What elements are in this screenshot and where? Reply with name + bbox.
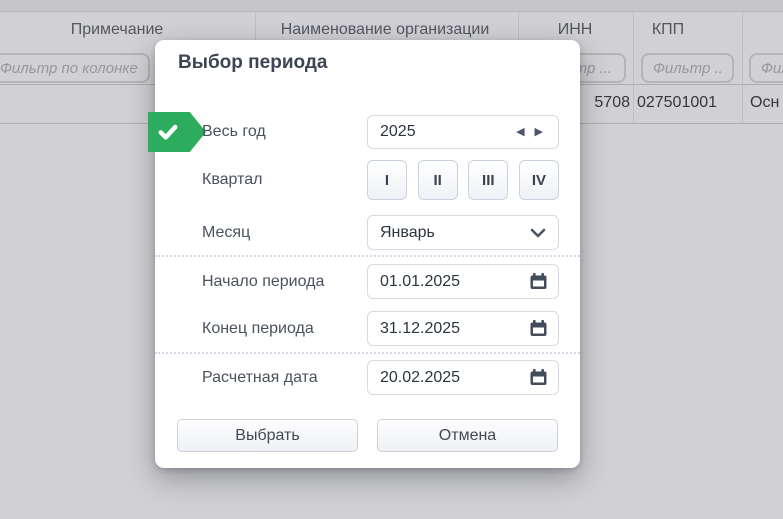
- quarter-4-button[interactable]: IV: [518, 160, 559, 200]
- year-label: Весь год: [202, 123, 266, 140]
- month-select[interactable]: Январь: [367, 215, 559, 250]
- period-end-label: Конец периода: [202, 320, 314, 337]
- period-start-row: Начало периода: [155, 264, 580, 299]
- year-value: 2025: [380, 123, 416, 140]
- quarter-1-button[interactable]: I: [367, 160, 407, 200]
- quarter-2-button[interactable]: II: [417, 160, 458, 200]
- year-prev-button[interactable]: ◀: [511, 123, 529, 142]
- quarter-3-button[interactable]: III: [468, 160, 509, 200]
- chevron-down-icon: [530, 228, 546, 237]
- calendar-icon[interactable]: [529, 272, 548, 296]
- dotted-divider: [155, 352, 580, 354]
- cancel-button[interactable]: Отмена: [377, 419, 558, 452]
- calendar-icon[interactable]: [529, 368, 548, 392]
- quarter-buttons: I II III IV: [367, 160, 559, 200]
- dotted-divider: [155, 255, 580, 257]
- period-end-row: Конец периода: [155, 311, 580, 346]
- dialog-title: Выбор периода: [178, 52, 328, 73]
- year-next-button[interactable]: ▶: [530, 123, 548, 142]
- period-select-dialog: Выбор периода Весь год 2025 ◀ ▶ Квартал …: [148, 40, 580, 468]
- calc-date-row: Расчетная дата: [155, 360, 580, 395]
- screen: Примечание Наименование организации ИНН …: [0, 0, 783, 519]
- calendar-icon[interactable]: [529, 319, 548, 343]
- year-row: Весь год 2025 ◀ ▶: [155, 115, 580, 149]
- period-start-label: Начало периода: [202, 273, 325, 290]
- month-row: Месяц Январь: [155, 215, 580, 250]
- quarter-label: Квартал: [202, 171, 263, 188]
- quarter-row: Квартал I II III IV: [155, 160, 580, 200]
- year-stepper[interactable]: 2025 ◀ ▶: [367, 115, 559, 149]
- calc-date-label: Расчетная дата: [202, 369, 318, 386]
- select-button[interactable]: Выбрать: [177, 419, 358, 452]
- month-label: Месяц: [202, 224, 251, 241]
- month-value: Январь: [380, 223, 435, 241]
